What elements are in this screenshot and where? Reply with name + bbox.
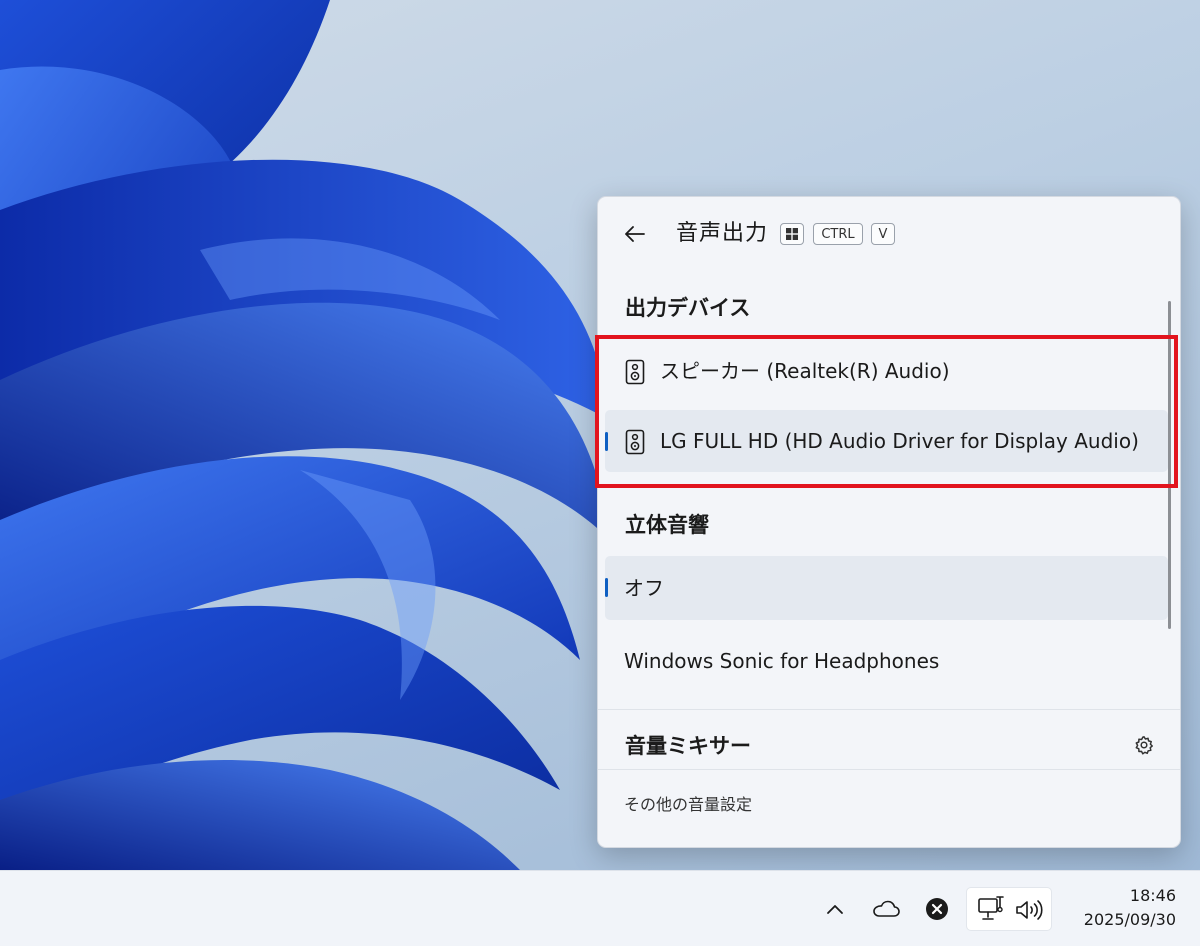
cloud-icon [873, 900, 900, 917]
tray-app-button[interactable] [918, 887, 956, 931]
option-label: オフ [624, 576, 664, 600]
back-button[interactable] [618, 217, 652, 251]
onedrive-button[interactable] [866, 887, 906, 931]
volume-mixer-settings-button[interactable] [1128, 729, 1160, 761]
speaker-icon [625, 359, 645, 385]
output-devices-heading: 出力デバイス [625, 296, 751, 320]
volume-icon [1016, 900, 1043, 920]
output-device-lg-full-hd[interactable]: LG FULL HD (HD Audio Driver for Display … [605, 410, 1168, 472]
spatial-sound-option-off[interactable]: オフ [605, 556, 1168, 620]
close-circle-icon [926, 898, 948, 920]
gear-icon [1135, 736, 1153, 755]
section-divider [598, 769, 1180, 770]
speaker-icon [625, 429, 645, 455]
spatial-sound-heading: 立体音響 [625, 513, 709, 537]
shortcut-key-windows [780, 223, 804, 245]
windows-logo-icon [786, 228, 798, 240]
device-label: スピーカー (Realtek(R) Audio) [660, 359, 950, 383]
taskbar-clock[interactable]: 18:46 2025/09/30 [1062, 879, 1192, 939]
flyout-title: 音声出力 [676, 221, 769, 246]
selection-indicator [605, 432, 608, 451]
clock-time: 18:46 [1129, 886, 1176, 905]
option-label: Windows Sonic for Headphones [624, 649, 940, 673]
network-volume-button[interactable] [966, 887, 1052, 931]
spatial-sound-option-windows-sonic[interactable]: Windows Sonic for Headphones [605, 629, 1168, 693]
back-arrow-icon [625, 226, 645, 242]
device-label: LG FULL HD (HD Audio Driver for Display … [660, 429, 1139, 453]
volume-mixer-heading: 音量ミキサー [625, 734, 751, 758]
selection-indicator [605, 578, 608, 597]
shortcut-key-v: V [871, 223, 895, 245]
audio-output-flyout: 音声出力 CTRL V 出力デバイス スピーカー (Realtek(R) Aud… [597, 196, 1181, 848]
more-volume-settings-link[interactable]: その他の音量設定 [624, 793, 752, 817]
flyout-header: 音声出力 CTRL V [598, 197, 1180, 275]
section-divider [598, 709, 1180, 710]
chevron-up-icon [827, 905, 843, 914]
output-device-speaker[interactable]: スピーカー (Realtek(R) Audio) [605, 340, 1168, 402]
network-icon [978, 896, 1004, 920]
scrollbar[interactable] [1168, 301, 1171, 629]
taskbar: 18:46 2025/09/30 [0, 870, 1200, 946]
show-hidden-icons-button[interactable] [818, 887, 852, 931]
shortcut-key-ctrl: CTRL [813, 223, 863, 245]
clock-date: 2025/09/30 [1083, 910, 1176, 929]
